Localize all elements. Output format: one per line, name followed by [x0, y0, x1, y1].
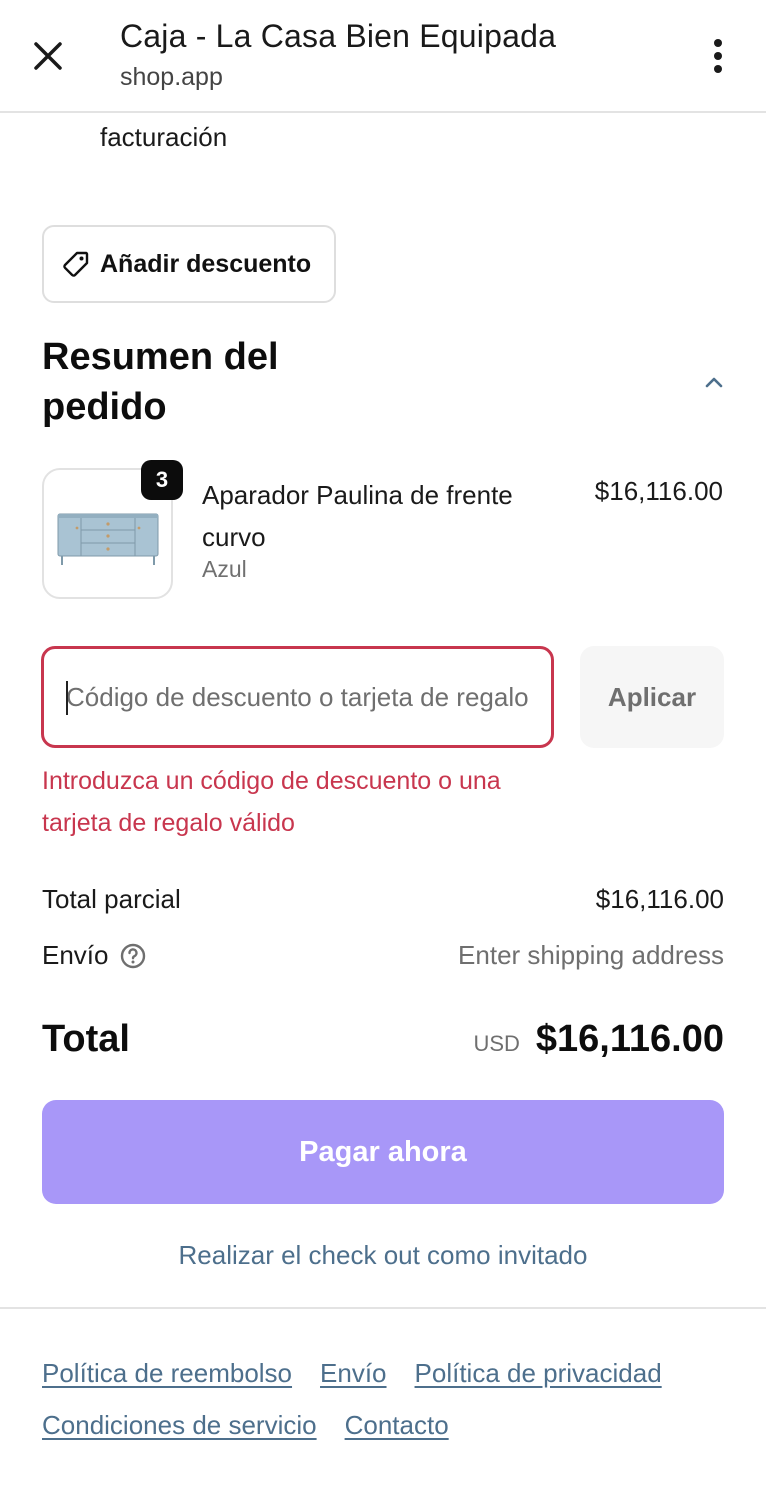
- add-discount-button[interactable]: Añadir descuento: [42, 225, 336, 303]
- product-variant: Azul: [202, 556, 247, 582]
- total-value: $16,116.00: [535, 1018, 724, 1060]
- discount-code-input[interactable]: [41, 646, 554, 748]
- shipping-link[interactable]: Envío: [320, 1352, 387, 1394]
- product-name: Aparador Paulina de frente curvo: [202, 480, 513, 552]
- tag-icon: [62, 249, 92, 279]
- page-domain: shop.app: [120, 63, 223, 91]
- page-title: Caja - La Casa Bien Equipada: [120, 18, 557, 54]
- discount-error-message: Introduzca un código de descuento o una …: [42, 767, 501, 837]
- pay-now-button[interactable]: Pagar ahora: [42, 1100, 724, 1204]
- total-currency: USD: [473, 1031, 520, 1056]
- total-value-wrap: USD $16,116.00: [473, 1018, 724, 1061]
- shipping-value: Enter shipping address: [458, 940, 724, 970]
- add-discount-label: Añadir descuento: [100, 249, 312, 278]
- browser-topbar: Caja - La Casa Bien Equipada shop.app: [0, 0, 766, 113]
- terms-of-service-link[interactable]: Condiciones de servicio: [42, 1404, 317, 1446]
- total-label: Total: [42, 1018, 130, 1060]
- product-price: $16,116.00: [594, 476, 723, 506]
- shipping-label: Envío: [42, 940, 109, 970]
- close-icon: [34, 42, 62, 70]
- close-button[interactable]: [26, 34, 70, 78]
- chevron-up-icon[interactable]: [700, 368, 728, 396]
- footer-links: Política de reembolso Envío Política de …: [42, 1352, 732, 1446]
- guest-checkout-link[interactable]: Realizar el check out como invitado: [0, 1240, 766, 1271]
- more-menu-button[interactable]: [698, 34, 738, 78]
- quantity-badge: 3: [141, 460, 183, 500]
- subtotal-value: $16,116.00: [595, 884, 724, 914]
- shipping-row: Envío Enter shipping address: [42, 940, 724, 971]
- shipping-label-wrap: Envío: [42, 940, 147, 971]
- more-vert-icon: [714, 39, 722, 73]
- order-summary-heading: Resumen del pedido: [42, 336, 279, 428]
- footer-divider: [0, 1307, 766, 1309]
- browser-title-block: Caja - La Casa Bien Equipada shop.app: [120, 18, 556, 92]
- privacy-policy-link[interactable]: Política de privacidad: [415, 1352, 662, 1394]
- help-icon[interactable]: [119, 942, 147, 970]
- refund-policy-link[interactable]: Política de reembolso: [42, 1352, 292, 1394]
- contact-link[interactable]: Contacto: [345, 1404, 449, 1446]
- subtotal-row: Total parcial $16,116.00: [42, 884, 724, 915]
- total-row: Total USD $16,116.00: [42, 1018, 724, 1061]
- subtotal-label: Total parcial: [42, 884, 181, 914]
- text-caret: [66, 681, 68, 715]
- billing-address-label: facturación: [100, 122, 228, 152]
- apply-discount-button[interactable]: Aplicar: [580, 646, 724, 748]
